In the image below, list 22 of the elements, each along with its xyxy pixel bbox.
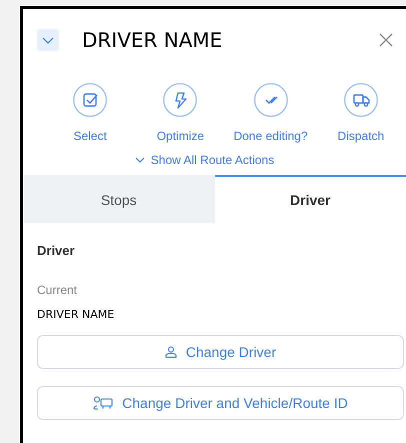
person-icon	[164, 346, 177, 358]
show-all-actions-link[interactable]: Show All Route Actions	[134, 151, 294, 169]
panel-title: DRIVER NAME	[82, 27, 222, 54]
checkbox-icon[interactable]	[73, 83, 108, 117]
driver-name: DRIVER NAME	[37, 306, 116, 322]
change-button[interactable]: Change Driver and Vehicle/Route ID	[37, 386, 404, 420]
action-label[interactable]: Dispatch	[338, 127, 384, 145]
change-button[interactable]: Change Driver	[37, 335, 404, 369]
action-label[interactable]: Done editing?	[234, 127, 308, 145]
chevron-down-icon	[134, 157, 145, 163]
action-label[interactable]: Optimize	[156, 127, 204, 145]
action-label[interactable]: Select	[73, 127, 107, 145]
chevron-down-icon	[42, 36, 54, 44]
double-check-icon[interactable]	[254, 83, 288, 117]
section-heading: Driver	[37, 242, 76, 260]
tab[interactable]: Stops	[23, 175, 214, 223]
field-label: Current	[37, 282, 78, 298]
person-vehicle-icon	[93, 396, 114, 410]
collapse-button[interactable]	[37, 29, 59, 51]
lightning-icon[interactable]	[163, 83, 198, 117]
close-icon[interactable]	[378, 32, 394, 48]
truck-icon[interactable]	[344, 83, 378, 117]
